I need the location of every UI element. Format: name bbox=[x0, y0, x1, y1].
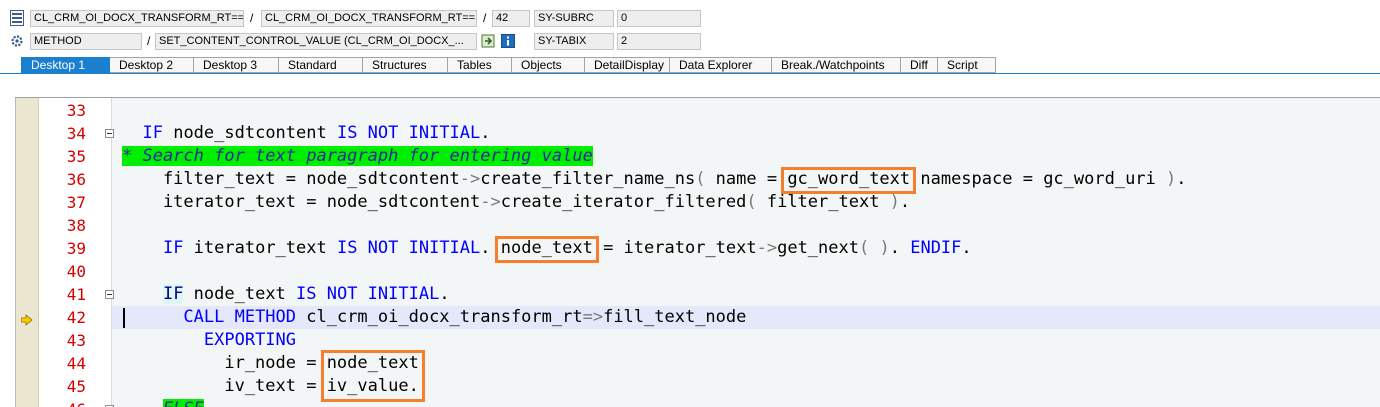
tab-structures[interactable]: Structures bbox=[363, 57, 448, 73]
line-number: 34 bbox=[66, 124, 86, 143]
line-number: 44 bbox=[66, 354, 86, 373]
tab-detail-display[interactable]: DetailDisplay bbox=[585, 57, 670, 73]
gutter-separator bbox=[111, 98, 112, 407]
line-number: 40 bbox=[66, 262, 86, 281]
tab-desktop-3[interactable]: Desktop 3 bbox=[194, 57, 279, 73]
line-number: 33 bbox=[66, 101, 86, 120]
source-code-editor[interactable]: 33 34 IF node_sdtcontent IS NOT INITIAL. 3… bbox=[15, 97, 1380, 407]
tab-breakpoints[interactable]: Break./Watchpoints bbox=[772, 57, 901, 73]
separator-3: / bbox=[147, 34, 151, 48]
line-number: 41 bbox=[66, 285, 86, 304]
fold-toggle[interactable] bbox=[105, 129, 114, 138]
tab-underline bbox=[0, 73, 1380, 74]
sysvar-value-1[interactable]: 0 bbox=[617, 10, 701, 27]
separator-1: / bbox=[250, 11, 254, 25]
tab-script[interactable]: Script bbox=[938, 57, 996, 73]
tab-desktop-2[interactable]: Desktop 2 bbox=[110, 57, 194, 73]
navigate-icon[interactable] bbox=[481, 33, 495, 53]
line-number: 42 bbox=[66, 308, 86, 327]
line-number: 39 bbox=[66, 239, 86, 258]
sysvar-value-2[interactable]: 2 bbox=[617, 33, 701, 50]
tab-data-explorer[interactable]: Data Explorer bbox=[670, 57, 772, 73]
code-line: * Search for text paragraph for entering… bbox=[122, 146, 593, 166]
code-line: CALL METHOD cl_crm_oi_docx_transform_rt=… bbox=[183, 307, 747, 327]
line-number: 45 bbox=[66, 377, 86, 396]
highlight-box bbox=[320, 350, 425, 402]
include-field[interactable]: CL_CRM_OI_DOCX_TRANSFORM_RT==... bbox=[261, 10, 477, 27]
tab-strip: Desktop 1 Desktop 2 Desktop 3 Standard S… bbox=[21, 57, 996, 73]
sysvar-name-2: SY-TABIX bbox=[534, 33, 614, 50]
separator-2: / bbox=[483, 11, 487, 25]
code-line: EXPORTING bbox=[203, 330, 297, 350]
line-number: 43 bbox=[66, 331, 86, 350]
code-line: iterator_text = node_sdtcontent->create_… bbox=[122, 192, 911, 212]
program-field[interactable]: CL_CRM_OI_DOCX_TRANSFORM_RT==... bbox=[30, 10, 244, 27]
line-number: 38 bbox=[66, 216, 86, 235]
event-field[interactable]: SET_CONTENT_CONTROL_VALUE (CL_CRM_OI_DOC… bbox=[155, 33, 477, 50]
tab-tables[interactable]: Tables bbox=[448, 57, 512, 73]
tab-diff[interactable]: Diff bbox=[901, 57, 938, 73]
line-number: 36 bbox=[66, 170, 86, 189]
fold-toggle[interactable] bbox=[105, 290, 114, 299]
tab-objects[interactable]: Objects bbox=[512, 57, 585, 73]
sysvar-name-1: SY-SUBRC bbox=[534, 10, 614, 27]
class-icon bbox=[10, 10, 24, 30]
code-line: IF node_text IS NOT INITIAL. bbox=[162, 284, 450, 304]
line-number: 37 bbox=[66, 193, 86, 212]
line-number: 35 bbox=[66, 147, 86, 166]
tab-desktop-1[interactable]: Desktop 1 bbox=[21, 57, 110, 73]
line-number-field[interactable]: 42 bbox=[492, 10, 530, 27]
code-line: IF node_sdtcontent IS NOT INITIAL. bbox=[142, 123, 491, 143]
highlight-box bbox=[781, 167, 917, 194]
breakpoint-gutter[interactable] bbox=[16, 98, 39, 407]
tab-standard[interactable]: Standard bbox=[279, 57, 363, 73]
event-type-field[interactable]: METHOD bbox=[30, 33, 142, 50]
method-icon bbox=[10, 33, 24, 53]
highlight-box bbox=[494, 236, 599, 263]
code-line: filter_text = node_sdtcontent->create_fi… bbox=[122, 169, 1187, 189]
execution-arrow-icon bbox=[20, 311, 33, 330]
info-icon[interactable] bbox=[501, 33, 515, 53]
